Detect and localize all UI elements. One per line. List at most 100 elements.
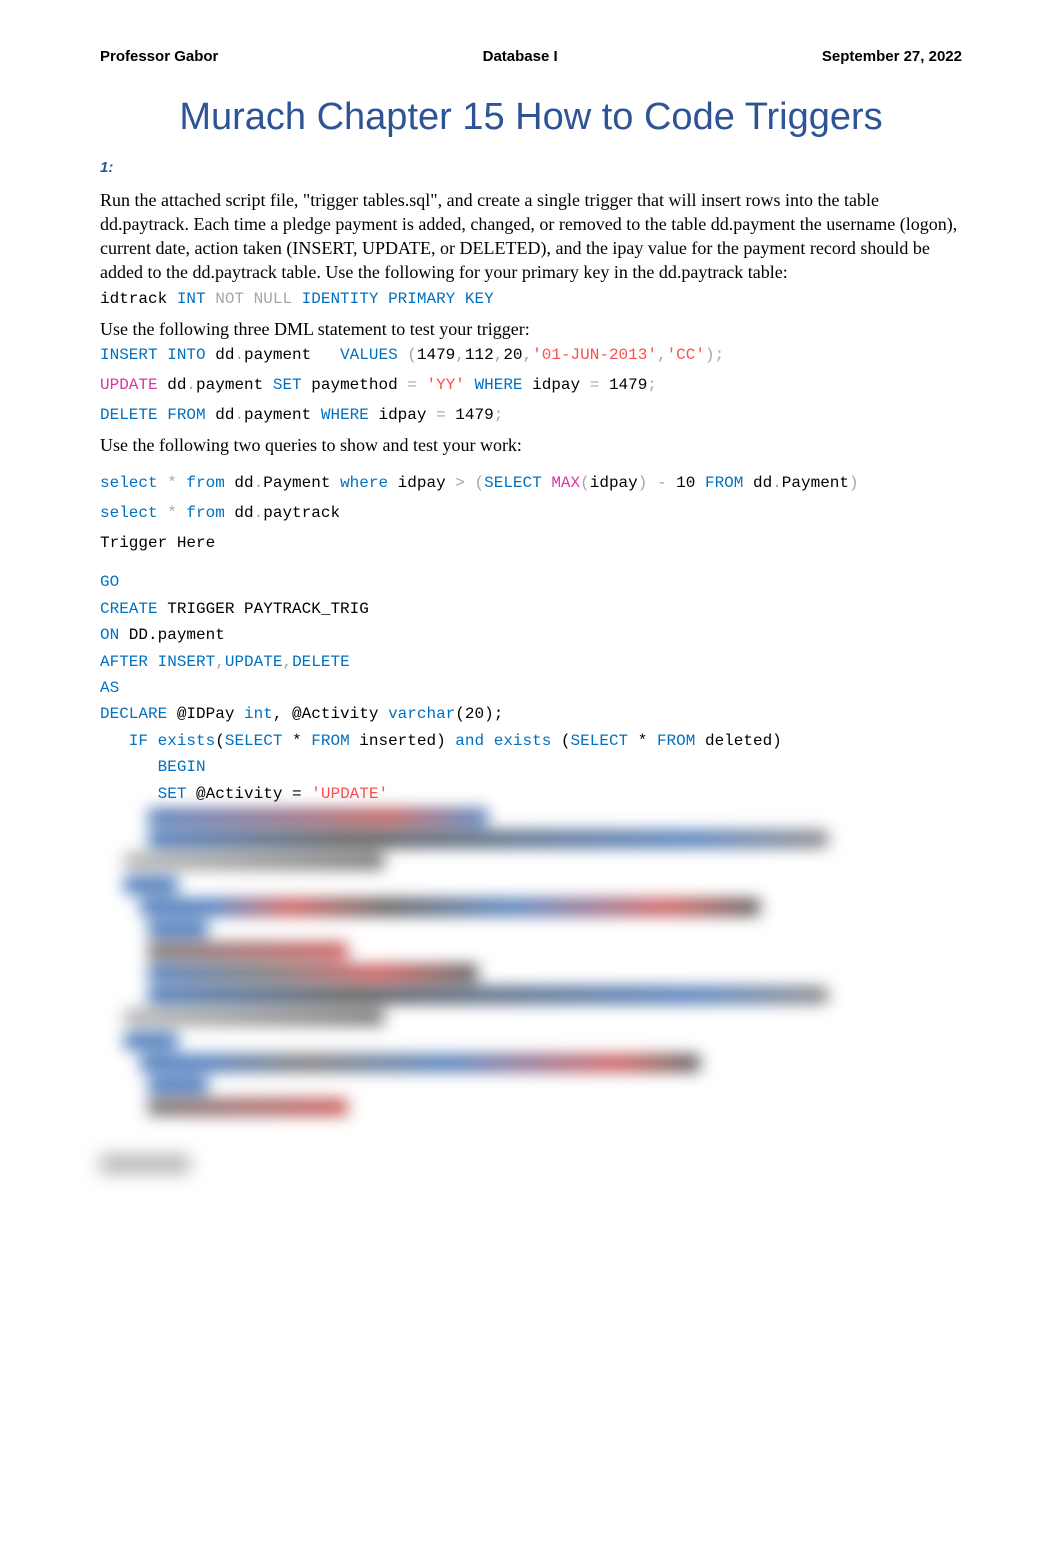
code-token: ( [551, 732, 570, 750]
code-token: . [254, 474, 264, 492]
paragraph-1: Run the attached script file, "trigger t… [100, 188, 962, 285]
code-token: = [407, 376, 417, 394]
code-token: . [254, 504, 264, 522]
code-token: > [455, 474, 465, 492]
code-token: * [158, 474, 177, 492]
code-token: ; [494, 406, 504, 424]
code-token: from [177, 504, 225, 522]
code-token: select [100, 504, 158, 522]
trigger-line: AS [100, 677, 962, 699]
code-token: UPDATE [225, 653, 283, 671]
code-token: . [234, 406, 244, 424]
code-token: SELECT [225, 732, 283, 750]
code-token: ) [436, 732, 446, 750]
code-token: dd [206, 406, 235, 424]
page-header: Professor Gabor Database I September 27,… [100, 48, 962, 65]
code-token: ) [638, 474, 648, 492]
code-token: * [628, 732, 657, 750]
question-number: 1: [100, 159, 962, 176]
header-right: September 27, 2022 [822, 48, 962, 65]
code-token: '01-JUN-2013' [532, 346, 657, 364]
code-token: DELETE [100, 406, 158, 424]
code-token: dd [206, 346, 235, 364]
code-token: MAX [542, 474, 580, 492]
code-token: INSERT [100, 346, 158, 364]
code-token: , [455, 346, 465, 364]
obscured-footer [100, 1155, 190, 1173]
trigger-line: AFTER INSERT,UPDATE,DELETE [100, 651, 962, 673]
code-token: select [100, 474, 158, 492]
code-token: * [282, 732, 311, 750]
code-token: DELETE [292, 653, 350, 671]
code-token: KEY [455, 290, 493, 308]
code-token: 1479 [446, 406, 494, 424]
code-token: , [215, 653, 225, 671]
code-token: . [772, 474, 782, 492]
code-token: , [657, 346, 667, 364]
code-token: 'CC' [667, 346, 705, 364]
trigger-line: GO [100, 571, 962, 593]
code-token: 'UPDATE' [302, 785, 388, 803]
code-token: TRIGGER PAYTRACK_TRIG [158, 600, 369, 618]
code-token: payment [196, 376, 273, 394]
code-token: dd [225, 504, 254, 522]
code-token: * [158, 504, 177, 522]
code-token: paymethod [302, 376, 408, 394]
trigger-line: BEGIN [100, 756, 962, 778]
code-token: FROM [158, 406, 206, 424]
code-token: ); [705, 346, 724, 364]
code-token: ) [772, 732, 782, 750]
code-token: , [523, 346, 533, 364]
code-token: int [244, 705, 273, 723]
code-token: idpay [369, 406, 436, 424]
code-token: FROM [657, 732, 695, 750]
code-token: where [340, 474, 388, 492]
code-token: @Activity [186, 785, 292, 803]
pk-code: idtrack INT NOT NULL IDENTITY PRIMARY KE… [100, 287, 962, 311]
dml-update: UPDATE dd.payment SET paymethod = 'YY' W… [100, 373, 962, 397]
code-token: 1479 [599, 376, 647, 394]
trigger-line: DECLARE @IDPay int, @Activity varchar(20… [100, 703, 962, 725]
paragraph-3: Use the following two queries to show an… [100, 433, 962, 457]
code-token: CREATE [100, 600, 158, 618]
code-token: @IDPay [167, 705, 244, 723]
code-token: 112 [465, 346, 494, 364]
code-token: SELECT [571, 732, 629, 750]
query-2: select * from dd.paytrack [100, 501, 962, 525]
code-token: SELECT [484, 474, 542, 492]
code-token: = [436, 406, 446, 424]
code-token: FROM [311, 732, 349, 750]
code-token: from [177, 474, 225, 492]
code-token: UPDATE [100, 376, 158, 394]
code-token: ( [465, 474, 484, 492]
code-token: NULL [244, 290, 292, 308]
code-token: dd [743, 474, 772, 492]
code-token: SET [273, 376, 302, 394]
code-token: ( [215, 732, 225, 750]
code-token: payment [244, 346, 340, 364]
obscured-content [100, 809, 962, 1115]
code-token: , [494, 346, 504, 364]
code-token: ); [484, 705, 503, 723]
code-token: ( [580, 474, 590, 492]
code-token: , [282, 653, 292, 671]
dml-delete: DELETE FROM dd.payment WHERE idpay = 147… [100, 403, 962, 427]
trigger-line: IF exists(SELECT * FROM inserted) and ex… [100, 730, 962, 752]
code-token: ON [100, 626, 119, 644]
code-token: 20 [503, 346, 522, 364]
code-token: , @Activity [273, 705, 388, 723]
dml-insert: INSERT INTO dd.payment VALUES (1479,112,… [100, 343, 962, 367]
code-token: and [446, 732, 484, 750]
code-token: 1479 [417, 346, 455, 364]
query-1: select * from dd.Payment where idpay > (… [100, 471, 962, 495]
code-token: FROM [705, 474, 743, 492]
code-token: = [292, 785, 302, 803]
page-title: Murach Chapter 15 How to Code Triggers [100, 95, 962, 141]
code-token: exists [148, 732, 215, 750]
code-token: SET [100, 785, 186, 803]
trigger-line: SET @Activity = 'UPDATE' [100, 783, 962, 805]
code-token: idtrack [100, 290, 177, 308]
code-token: Payment [263, 474, 340, 492]
code-token: IF [100, 732, 148, 750]
trigger-line: ON DD.payment [100, 624, 962, 646]
